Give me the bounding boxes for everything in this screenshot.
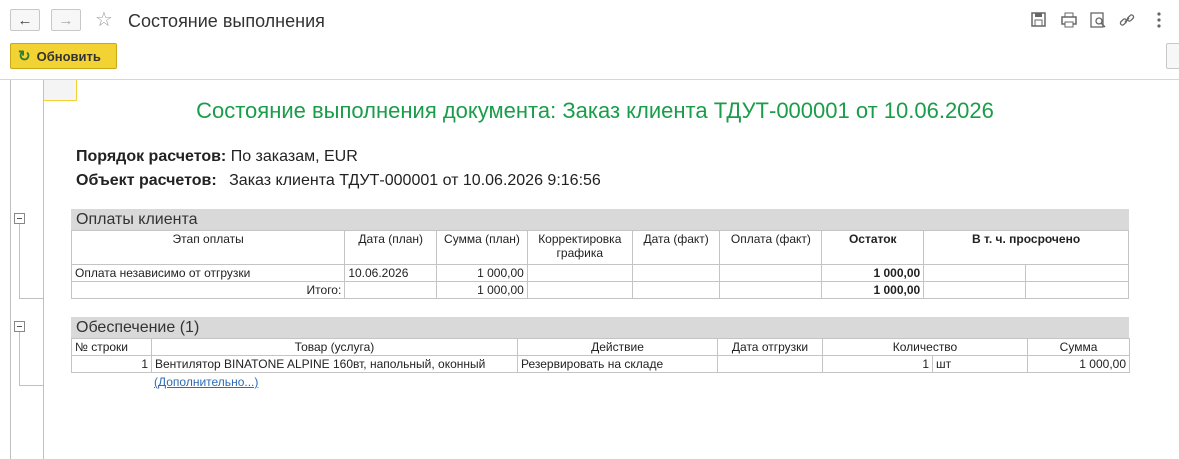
cell-sum-plan[interactable]: 1 000,00	[436, 264, 528, 282]
header-date-plan: Дата (план)	[344, 230, 438, 265]
settlement-object-row: Объект расчетов: Заказ клиента ТДУТ-0000…	[76, 172, 601, 190]
more-vertical-icon[interactable]	[1150, 11, 1168, 29]
group-line	[19, 332, 20, 385]
header-schedule-correction: Корректировка графика	[526, 230, 633, 265]
header-stage: Этап оплаты	[70, 230, 346, 265]
refresh-label: Обновить	[36, 48, 101, 64]
cell-overdue-extra[interactable]	[1025, 264, 1129, 282]
print-icon[interactable]	[1060, 11, 1078, 29]
header-sum-plan: Сумма (план)	[436, 230, 528, 265]
link-icon[interactable]	[1118, 11, 1136, 29]
report-left-border	[43, 80, 44, 459]
total-balance: 1 000,00	[821, 281, 925, 299]
group-line	[19, 298, 43, 299]
group-line	[19, 224, 20, 298]
collapse-payments-icon[interactable]	[14, 213, 25, 224]
cell-item[interactable]: Вентилятор BINATONE ALPINE 160вт, наполь…	[151, 355, 518, 373]
header-ship-date: Дата отгрузки	[717, 338, 823, 356]
header-payment-fact: Оплата (факт)	[719, 230, 823, 265]
arrow-left-icon: ←	[17, 11, 33, 29]
header-item: Товар (услуга)	[151, 338, 518, 356]
report-title: Состояние выполнения документа: Заказ кл…	[196, 98, 994, 123]
table-header-row: Этап оплаты Дата (план) Сумма (план) Кор…	[70, 230, 1129, 265]
cell-stage[interactable]: Оплата независимо от отгрузки	[70, 264, 346, 282]
cell-sum[interactable]: 1 000,00	[1027, 355, 1131, 373]
total-empty	[344, 281, 438, 299]
preview-icon[interactable]	[1089, 11, 1107, 29]
cell-unit[interactable]: шт	[931, 355, 1029, 373]
collapse-supply-icon[interactable]	[14, 321, 25, 332]
header-action: Действие	[517, 338, 718, 356]
forward-button[interactable]: →	[51, 9, 81, 31]
grouping-area-border	[10, 80, 11, 459]
total-sum-plan: 1 000,00	[436, 281, 528, 299]
payment-order-label: Порядок расчетов:	[76, 148, 227, 165]
more-details-link[interactable]: (Дополнительно...)	[154, 375, 258, 389]
header-balance: Остаток	[821, 230, 925, 265]
payment-order-value: По заказам, EUR	[230, 148, 358, 165]
table-row[interactable]: 1 Вентилятор BINATONE ALPINE 160вт, напо…	[71, 355, 1131, 373]
payment-order-row: Порядок расчетов: По заказам, EUR	[76, 148, 358, 166]
save-icon[interactable]	[1030, 11, 1048, 29]
cell-action[interactable]: Резервировать на складе	[517, 355, 718, 373]
total-label: Итого:	[70, 281, 346, 299]
settlement-object-value: Заказ клиента ТДУТ-000001 от 10.06.2026 …	[229, 172, 601, 189]
header-overdue: В т. ч. просрочено	[923, 230, 1129, 265]
window-title: Состояние выполнения	[128, 11, 325, 31]
total-empty	[526, 281, 633, 299]
header-qty: Количество	[821, 338, 1029, 356]
back-button[interactable]: ←	[10, 9, 40, 31]
cell-date-fact[interactable]	[631, 264, 721, 282]
arrow-right-icon: →	[58, 11, 74, 29]
cell-payment-fact[interactable]	[719, 264, 823, 282]
table-header-row: № строки Товар (услуга) Действие Дата от…	[71, 338, 1131, 356]
favorite-star-icon[interactable]: ☆	[95, 8, 113, 32]
form-menu-button[interactable]	[1166, 43, 1179, 69]
cell-date-plan[interactable]: 10.06.2026	[344, 264, 438, 282]
cell-line-no[interactable]: 1	[71, 355, 152, 373]
total-row: Итого: 1 000,00 1 000,00	[70, 281, 1129, 299]
refresh-icon: ↻	[18, 48, 31, 65]
table-row[interactable]: Оплата независимо от отгрузки 10.06.2026…	[70, 264, 1129, 282]
total-empty	[923, 281, 1027, 299]
refresh-button[interactable]: ↻ Обновить	[10, 43, 117, 69]
cell-schedule-correction[interactable]	[526, 264, 633, 282]
total-empty	[631, 281, 721, 299]
header-sum: Сумма	[1027, 338, 1131, 356]
cell-overdue[interactable]	[923, 264, 1027, 282]
header-date-fact: Дата (факт)	[631, 230, 721, 265]
payments-section-title: Оплаты клиента	[71, 209, 1129, 230]
total-empty	[719, 281, 823, 299]
header-line-no: № строки	[71, 338, 152, 356]
total-empty	[1025, 281, 1129, 299]
supply-section-title: Обеспечение (1)	[71, 317, 1129, 338]
separator	[0, 79, 1179, 80]
cell-ship-date[interactable]	[717, 355, 823, 373]
payments-table: Этап оплаты Дата (план) Сумма (план) Кор…	[70, 230, 1129, 299]
cell-qty[interactable]: 1	[822, 355, 933, 373]
group-line	[19, 385, 43, 386]
supply-table: № строки Товар (услуга) Действие Дата от…	[71, 338, 1131, 373]
settlement-object-label: Объект расчетов:	[76, 172, 217, 189]
cell-balance[interactable]: 1 000,00	[821, 264, 925, 282]
